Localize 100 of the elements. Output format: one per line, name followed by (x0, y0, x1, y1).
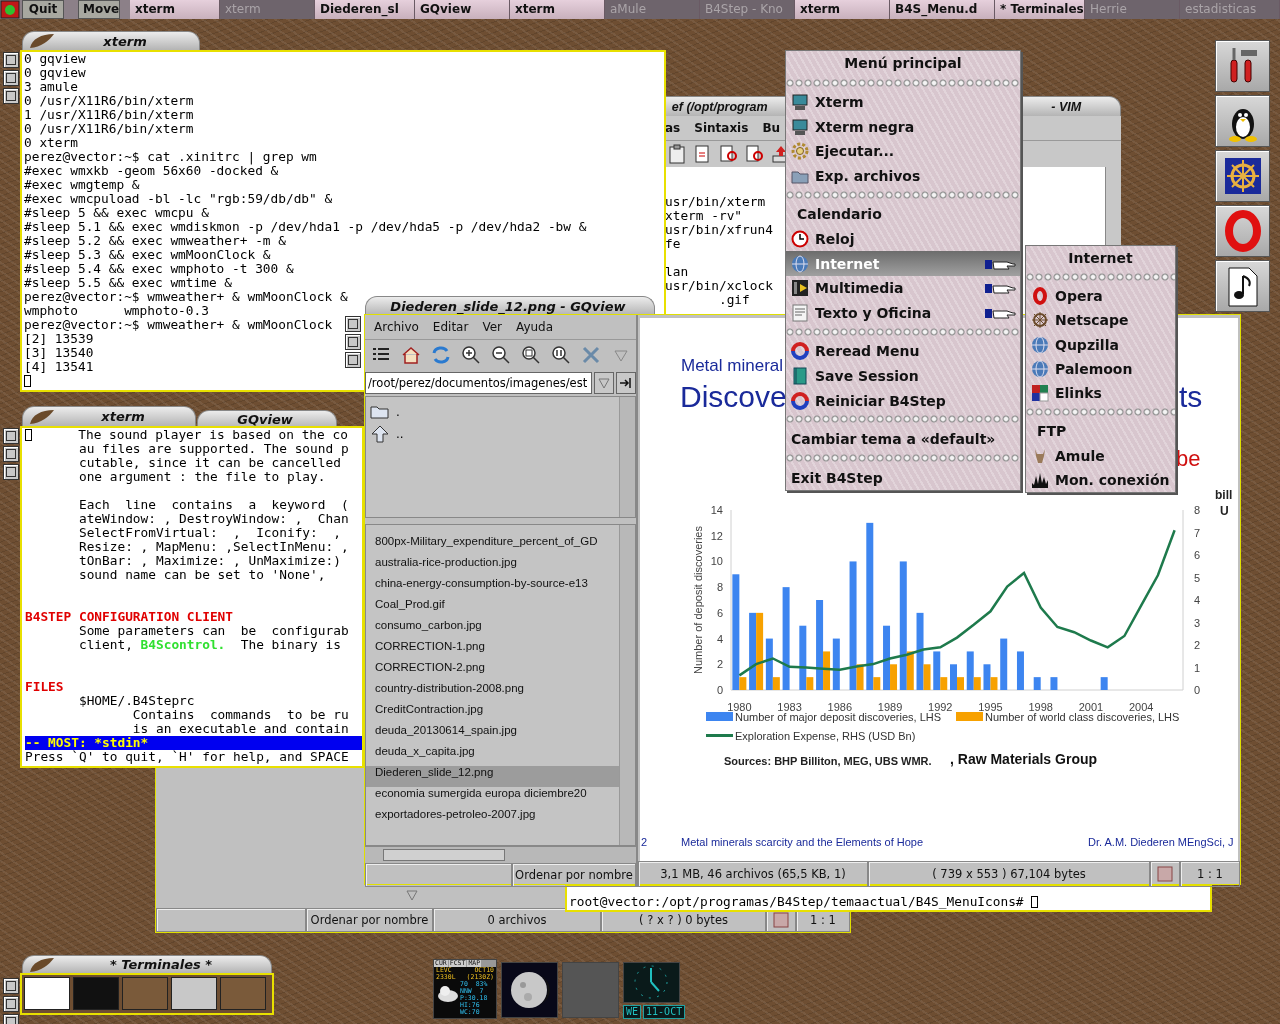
task-button[interactable]: GQview (415, 0, 510, 19)
menu-item[interactable]: Mon. conexión (1026, 467, 1175, 492)
file-item[interactable]: Coal_Prod.gif (366, 598, 619, 619)
menu-item[interactable]: Ayuda (516, 320, 554, 334)
scrollbar[interactable] (619, 525, 635, 845)
menu-item[interactable]: Ver (482, 320, 502, 334)
task-button[interactable]: xterm (795, 0, 890, 19)
menu-item[interactable]: Xterm (786, 89, 1020, 115)
sources-note: Sources: BHP Billiton, MEG, UBS WMR. (724, 755, 932, 767)
file-item[interactable]: australia-rice-production.jpg (366, 556, 619, 577)
file-item[interactable]: CORRECTION-2.png (366, 661, 619, 682)
menu-item[interactable]: Opera (1026, 284, 1175, 309)
menu-item[interactable]: Multimedia (786, 275, 1020, 301)
desktop-thumbnail[interactable] (24, 977, 70, 1010)
tick-label: 1992 (928, 701, 953, 713)
bar (1000, 638, 1008, 690)
menu-item[interactable]: Amule (1026, 443, 1175, 468)
menu-item[interactable]: Archivo (374, 320, 419, 334)
terminal-line: $HOME/.B4Steprc (77, 693, 195, 708)
find-icon[interactable] (719, 144, 739, 164)
window-button[interactable] (3, 52, 19, 68)
window-button[interactable] (3, 464, 19, 480)
ship-wheel-icon (1031, 311, 1049, 330)
desktop-thumbnail[interactable] (73, 977, 119, 1010)
window-button[interactable] (3, 428, 19, 444)
menu-item[interactable]: Reread Menu (786, 339, 1020, 364)
menu-item[interactable]: Editar (432, 320, 469, 334)
circular-arrows-icon (791, 342, 809, 361)
slide-footer: Dr. A.M. Diederen MEngSci, J (1088, 836, 1234, 848)
terminal-line: #exec wmcpuload -bl -lc "rgb:59/db/db" & (24, 191, 333, 206)
menu-item[interactable]: Qupzilla (1026, 332, 1175, 357)
desktop-thumbnail[interactable] (122, 977, 168, 1010)
legend-swatch (706, 712, 733, 721)
folder-item[interactable]: . (396, 405, 400, 419)
window-title: ef (/opt/program (670, 99, 769, 114)
move-button[interactable]: Move (78, 0, 120, 19)
terminal-line: Some parameters can be configurab (77, 623, 349, 638)
desktop-thumbnail[interactable] (220, 977, 266, 1010)
window-title: Diederen_slide_12.png - GQview (389, 298, 627, 314)
menu-item[interactable]: Reloj (786, 226, 1020, 252)
file-item[interactable]: deuda_20130614_spain.jpg (366, 724, 619, 745)
dropdown-button[interactable] (594, 372, 614, 394)
menu-item[interactable]: Exp. archivos (786, 163, 1020, 189)
menu-heading: FTP (1037, 423, 1067, 440)
go-button[interactable] (616, 372, 636, 394)
task-button[interactable]: Diederen_sl (315, 0, 415, 19)
clipboard-icon[interactable] (667, 144, 687, 164)
file-item[interactable]: Diederen_slide_12.png (366, 766, 619, 787)
menu-item[interactable]: Palemoon (1026, 356, 1175, 382)
window-button[interactable] (3, 978, 19, 994)
window-button[interactable] (345, 334, 361, 350)
task-button[interactable]: xterm (130, 0, 220, 19)
menu-item[interactable]: Cambiar tema a «default» (786, 426, 1020, 452)
sort-button[interactable]: Ordenar por nombre (512, 863, 636, 887)
terminal-line: sound name can be set to 'None', (77, 567, 326, 582)
menu-item[interactable]: Xterm negra (786, 114, 1020, 139)
file-item[interactable]: deuda_x_capita.jpg (366, 745, 619, 766)
app-icon[interactable] (0, 0, 20, 19)
file-item[interactable]: economia sumergida europa diciembre20 (366, 787, 619, 808)
terminal-line: #sleep 5.3 && exec wmMoonClock & (24, 247, 271, 262)
task-button[interactable]: * Terminales (995, 0, 1085, 19)
menu-item[interactable]: Internet (786, 251, 1020, 276)
menu-item[interactable]: Netscape (1026, 308, 1175, 333)
menu-item[interactable]: Texto y Oficina (786, 300, 1020, 326)
folder-item[interactable]: .. (396, 427, 404, 441)
file-item[interactable]: consumo_carbon.jpg (366, 619, 619, 640)
menu-item[interactable]: Ejecutar... (786, 138, 1020, 164)
menu-item[interactable]: as (665, 121, 681, 135)
file-item[interactable]: 800px-Military_expenditure_percent_of_GD (366, 535, 619, 556)
file-item[interactable]: exportadores-petroleo-2007.jpg (366, 808, 619, 829)
legend-label: Number of world class discoveries, LHS (985, 711, 1180, 723)
file-item[interactable]: CreditContraction.jpg (366, 703, 619, 724)
tick-label: 8 (1194, 504, 1201, 516)
task-button[interactable]: xterm (510, 0, 605, 19)
window-button[interactable] (345, 316, 361, 332)
find-icon[interactable] (745, 144, 765, 164)
menu-item[interactable]: Reiniciar B4Step (786, 388, 1020, 413)
window-button[interactable] (3, 88, 19, 104)
window-button[interactable] (3, 446, 19, 462)
menu-item[interactable]: Sintaxis (694, 121, 749, 135)
window-button[interactable] (3, 996, 19, 1012)
window-button[interactable] (345, 352, 361, 368)
file-item[interactable]: country-distribution-2008.png (366, 682, 619, 703)
menu-item[interactable]: Bu (762, 121, 781, 135)
path-field[interactable]: /root/perez/documentos/imagenes/est (365, 372, 592, 394)
menu-title: Menú principal (843, 54, 963, 73)
file-item[interactable]: china-energy-consumption-by-source-e13 (366, 577, 619, 598)
scrollbar[interactable] (365, 846, 636, 863)
file-item[interactable]: CORRECTION-1.png (366, 640, 619, 661)
menu-item[interactable]: Exit B4Step (786, 465, 1020, 490)
terminal-line: xterm -rv" (665, 208, 743, 223)
terminal-line: usr/bin/xclock (665, 278, 773, 293)
desktop-thumbnail[interactable] (171, 977, 217, 1010)
menu-item[interactable]: Save Session (786, 363, 1020, 389)
scrollbar[interactable] (619, 397, 635, 517)
menu-item[interactable]: Elinks (1026, 381, 1175, 406)
terminal-line: #exec wmgtemp & (24, 177, 140, 192)
quit-button[interactable]: Quit (22, 0, 64, 19)
window-button[interactable] (3, 70, 19, 86)
task-button[interactable]: B4S_Menu.d (890, 0, 995, 19)
